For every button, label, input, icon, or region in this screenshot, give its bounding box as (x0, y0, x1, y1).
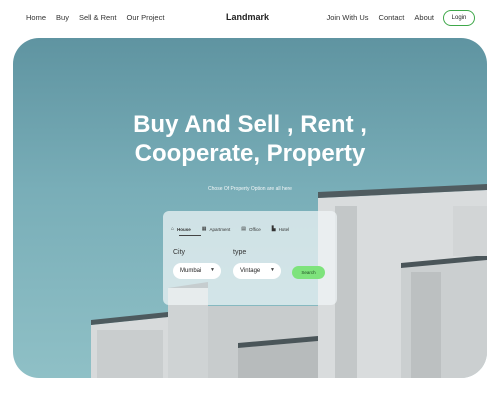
nav-link-about[interactable]: About (414, 13, 434, 22)
hotel-icon: ▙ (271, 226, 276, 232)
city-label: City (173, 249, 186, 256)
nav-left-links: Home Buy Sell & Rent Our Project (26, 13, 164, 22)
tab-house[interactable]: ⌂ House (171, 226, 191, 232)
tab-apartment[interactable]: ▦ Apartment (202, 226, 231, 232)
type-label: type (233, 249, 247, 256)
city-select[interactable]: Mumbai ▼ (173, 263, 221, 279)
nav-link-our-project[interactable]: Our Project (126, 13, 164, 22)
chevron-down-icon: ▼ (270, 267, 275, 273)
tab-office[interactable]: ▤ Office (241, 226, 260, 232)
hero-subtitle: Chose Of Property Option are all here (208, 186, 292, 192)
top-navbar: Home Buy Sell & Rent Our Project Landmar… (0, 0, 500, 38)
nav-right-links: Join With Us Contact About (326, 13, 434, 22)
office-icon: ▤ (241, 226, 247, 232)
hero-banner: Buy And Sell , Rent , Cooperate, Propert… (13, 38, 487, 378)
property-type-tabs: ⌂ House ▦ Apartment ▤ Office ▙ Hotel (171, 226, 289, 232)
search-button[interactable]: Search (292, 266, 325, 279)
nav-link-contact[interactable]: Contact (379, 13, 405, 22)
nav-link-buy[interactable]: Buy (56, 13, 69, 22)
hero-headline-line-2: Cooperate, Property (134, 140, 366, 167)
hero-headline: Buy And Sell , Rent , Cooperate, Propert… (13, 110, 487, 168)
hero-headline-line-1: Buy And Sell , Rent , (133, 111, 367, 138)
nav-link-join[interactable]: Join With Us (326, 13, 368, 22)
tab-office-label: Office (249, 226, 261, 232)
tab-house-label: House (177, 226, 191, 232)
property-search-panel: ⌂ House ▦ Apartment ▤ Office ▙ Hotel Cit… (163, 211, 337, 305)
nav-link-home[interactable]: Home (26, 13, 46, 22)
chevron-down-icon: ▼ (210, 267, 215, 273)
type-select-value: Vintage (240, 268, 261, 274)
login-button[interactable]: Login (443, 10, 475, 26)
tab-hotel-label: Hotel (278, 226, 290, 232)
tab-apartment-label: Apartment (209, 226, 231, 232)
tab-hotel[interactable]: ▙ Hotel (272, 226, 289, 232)
city-select-value: Mumbai (180, 268, 202, 274)
nav-link-sell-rent[interactable]: Sell & Rent (79, 13, 117, 22)
brand-logo[interactable]: Landmark (226, 12, 269, 22)
type-select[interactable]: Vintage ▼ (233, 263, 281, 279)
house-icon: ⌂ (171, 226, 175, 232)
apartment-icon: ▦ (201, 226, 207, 232)
active-tab-indicator (179, 235, 201, 236)
hero-buildings-image (91, 184, 487, 378)
